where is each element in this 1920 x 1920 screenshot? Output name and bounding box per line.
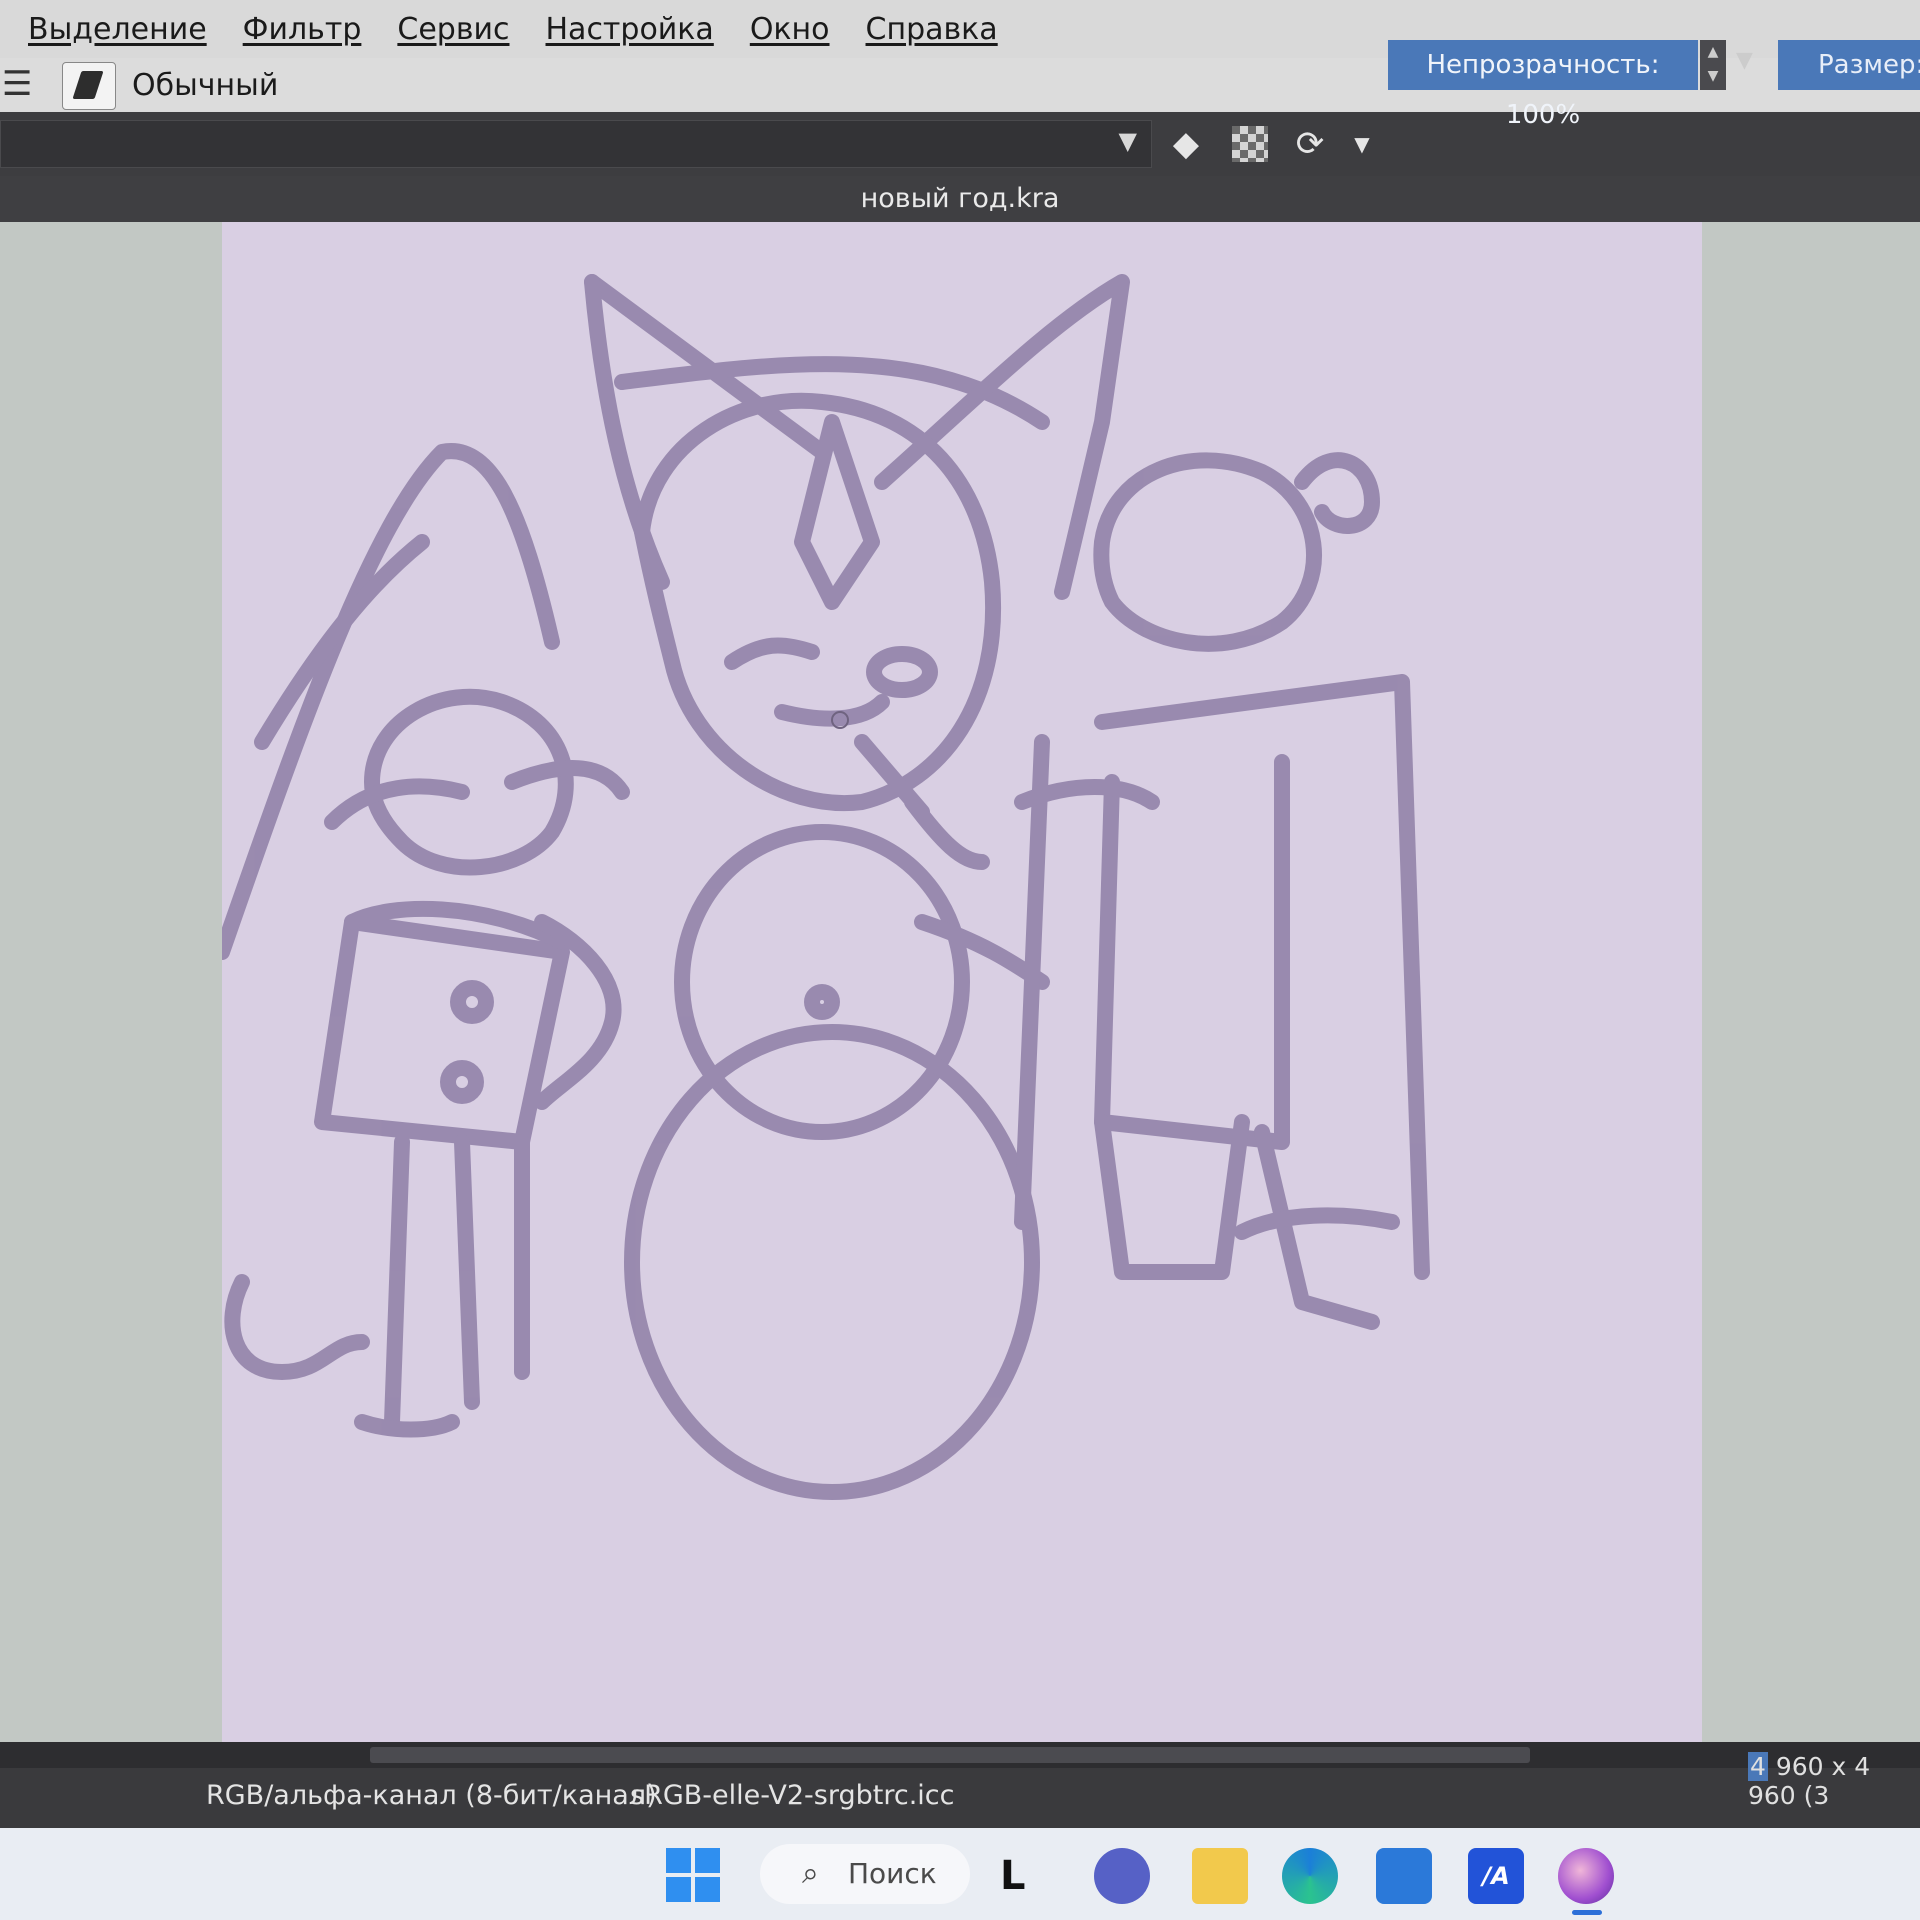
dimensions-selected-char: 4: [1748, 1752, 1768, 1781]
horizontal-scrollbar[interactable]: [0, 1742, 1920, 1768]
hamburger-icon[interactable]: ☰: [2, 64, 42, 104]
chevron-down-icon[interactable]: ▼: [1736, 48, 1753, 73]
opacity-slider[interactable]: Непрозрачность: 100%: [1388, 40, 1698, 130]
widgets-icon[interactable]: L: [1000, 1848, 1056, 1904]
menu-select[interactable]: Выделение: [28, 12, 207, 47]
image-dimensions: 4 960 x 4 960 (3: [1748, 1752, 1920, 1810]
menu-help[interactable]: Справка: [866, 12, 998, 47]
chevron-down-icon: ▼: [1118, 127, 1137, 155]
canvas-workspace[interactable]: [0, 222, 1920, 1742]
store-icon[interactable]: [1376, 1848, 1432, 1904]
taskbar-search[interactable]: ⌕ Поиск: [760, 1844, 970, 1904]
reload-preset-icon[interactable]: ⟳: [1288, 122, 1332, 166]
color-profile-label: sRGB-elle-V2-srgbtrc.icc: [630, 1780, 955, 1811]
krita-icon[interactable]: [1558, 1848, 1614, 1904]
status-bar: RGB/альфа-канал (8-бит/канал) sRGB-elle-…: [0, 1752, 1920, 1828]
size-slider[interactable]: Размер: 6: [1778, 40, 1920, 90]
eraser-icon[interactable]: ◆: [1164, 122, 1208, 166]
alpha-lock-icon[interactable]: [1232, 126, 1268, 162]
drawing-canvas[interactable]: [222, 222, 1702, 1742]
sketch-drawing: [222, 274, 1430, 1500]
scrollbar-thumb[interactable]: [370, 1747, 1530, 1763]
brush-preset-name: Обычный: [132, 68, 279, 103]
file-explorer-icon[interactable]: [1192, 1848, 1248, 1904]
search-label: Поиск: [848, 1857, 937, 1890]
menu-window[interactable]: Окно: [750, 12, 830, 47]
menu-filter[interactable]: Фильтр: [243, 12, 362, 47]
chat-icon[interactable]: [1094, 1848, 1150, 1904]
menu-tools[interactable]: Сервис: [397, 12, 509, 47]
krita-window: Выделение Фильтр Сервис Настройка Окно С…: [0, 0, 1920, 1920]
chevron-down-icon[interactable]: ▼: [1340, 122, 1384, 166]
brush-properties-bar: ▼ ◆ ⟳ ▼: [0, 112, 1920, 176]
search-icon: ⌕: [802, 1856, 819, 1891]
windows-taskbar: ⌕ Поиск L /A: [0, 1828, 1920, 1920]
document-title: новый год.kra: [0, 176, 1920, 222]
app-icon[interactable]: /A: [1468, 1848, 1524, 1904]
opacity-spinner[interactable]: ▲ ▼: [1700, 40, 1726, 90]
edge-browser-icon[interactable]: [1282, 1848, 1338, 1904]
menu-settings[interactable]: Настройка: [546, 12, 714, 47]
blend-mode-select[interactable]: ▼: [0, 120, 1152, 168]
active-app-indicator: [1572, 1910, 1602, 1915]
brush-preset-icon[interactable]: [62, 62, 116, 110]
color-space-label[interactable]: RGB/альфа-канал (8-бит/канал): [206, 1780, 657, 1811]
windows-start-icon[interactable]: [666, 1848, 722, 1904]
